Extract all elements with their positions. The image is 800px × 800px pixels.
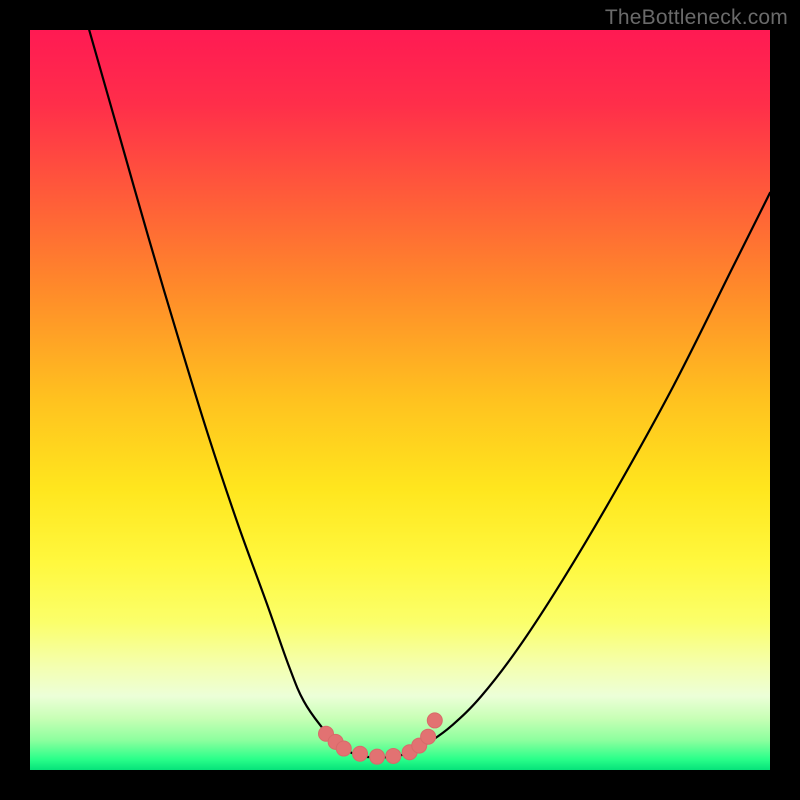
plot-area <box>30 30 770 770</box>
watermark-text: TheBottleneck.com <box>605 6 788 30</box>
valley-marker-dot <box>421 729 436 744</box>
valley-marker-dot <box>386 748 401 763</box>
valley-marker-dot <box>336 741 351 756</box>
valley-marker-dot <box>427 713 442 728</box>
valley-marker-dot <box>370 749 385 764</box>
chart-svg <box>30 30 770 770</box>
outer-frame: TheBottleneck.com <box>0 0 800 800</box>
valley-marker-dot <box>353 746 368 761</box>
bottleneck-curve <box>89 30 770 758</box>
valley-markers <box>319 713 443 764</box>
